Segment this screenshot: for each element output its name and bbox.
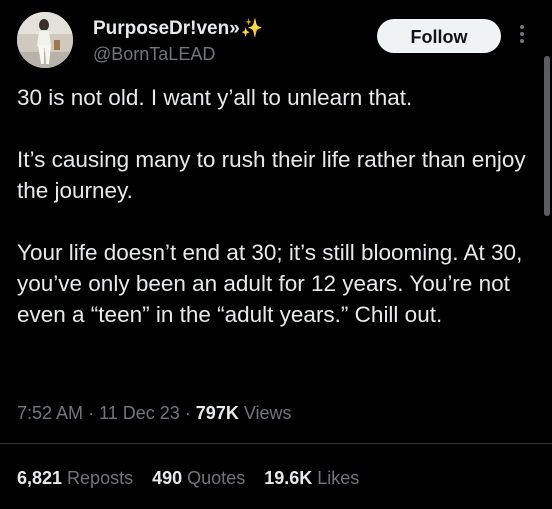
quotes-stat[interactable]: 490 Quotes	[152, 465, 245, 491]
views-count: 797K	[195, 403, 239, 423]
separator-dot: ·	[88, 403, 100, 423]
likes-stat[interactable]: 19.6K Likes	[264, 465, 359, 491]
more-dot	[520, 25, 524, 29]
divider	[0, 443, 552, 444]
more-dot	[520, 32, 524, 36]
tweet-date[interactable]: 11 Dec 23	[99, 403, 180, 423]
avatar-image	[17, 12, 73, 68]
quotes-label: Quotes	[187, 468, 246, 488]
separator-dot: ·	[184, 403, 196, 423]
display-name-text: PurposeDr!ven»	[93, 18, 240, 39]
tweet-text: 30 is not old. I want y’all to unlearn t…	[17, 82, 537, 330]
likes-count: 19.6K	[264, 468, 313, 488]
avatar[interactable]	[17, 12, 73, 68]
tweet-paragraph: 30 is not old. I want y’all to unlearn t…	[17, 85, 413, 110]
scrollbar[interactable]	[544, 56, 550, 216]
tweet-paragraph: It’s causing many to rush their life rat…	[17, 147, 526, 203]
sparkles-icon: ✨	[240, 18, 264, 38]
display-name[interactable]: PurposeDr!ven»✨	[93, 16, 263, 41]
user-names: PurposeDr!ven»✨ @BornTaLEAD	[93, 16, 263, 65]
reposts-count: 6,821	[17, 468, 63, 488]
user-handle[interactable]: @BornTaLEAD	[93, 43, 263, 65]
tweet-time[interactable]: 7:52 AM	[17, 403, 83, 423]
reposts-label: Reposts	[67, 468, 134, 488]
more-options-icon[interactable]	[517, 22, 527, 50]
quotes-count: 490	[152, 468, 183, 488]
tweet-meta: 7:52 AM · 11 Dec 23 · 797K Views	[17, 400, 292, 426]
reposts-stat[interactable]: 6,821 Reposts	[17, 465, 133, 491]
engagement-stats: 6,821 Reposts 490 Quotes 19.6K Likes	[17, 465, 373, 491]
more-dot	[520, 39, 524, 43]
tweet-card: PurposeDr!ven»✨ @BornTaLEAD Follow 30 is…	[0, 0, 552, 509]
likes-label: Likes	[317, 468, 360, 488]
views-label: Views	[243, 403, 292, 423]
follow-button[interactable]: Follow	[377, 19, 501, 53]
tweet-paragraph: Your life doesn’t end at 30; it’s still …	[17, 240, 523, 327]
tweet-header: PurposeDr!ven»✨ @BornTaLEAD Follow	[17, 12, 537, 70]
